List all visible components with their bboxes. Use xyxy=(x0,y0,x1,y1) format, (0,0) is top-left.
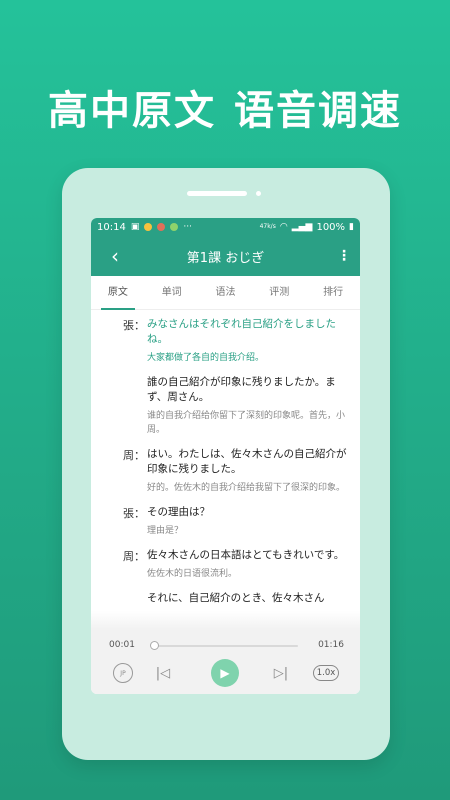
chevron-left-icon: ‹ xyxy=(111,244,119,268)
audio-player: 00:01 01:16 JP |◁ ▶ ▷| 1.0x xyxy=(91,629,360,694)
status-bar: 10:14 ▣ ··· 47k/s ◠ ▂▄▆ 100% ▮ xyxy=(91,218,360,236)
total-time: 01:16 xyxy=(318,640,344,650)
image-icon: ▣ xyxy=(130,222,140,232)
dialogue-list[interactable]: 張： みなさんはそれぞれ自己紹介をしましたね。 大家都做了各自的自我介绍。 誰の… xyxy=(91,311,360,629)
speaker-name: 張： xyxy=(123,507,145,520)
japanese-line: 誰の自己紹介が印象に残りましたか。まず、周さん。 xyxy=(147,376,336,403)
chinese-translation: 好的。佐佐木的自我介绍给我留下了很深的印象。 xyxy=(147,483,346,493)
more-notify-icon: ··· xyxy=(183,222,192,232)
battery-icon: ▮ xyxy=(349,222,354,232)
dialogue-item[interactable]: 周： はい。わたしは、佐々木さんの自己紹介が印象に残りました。 好的。佐佐木的自… xyxy=(109,447,348,495)
jp-toggle-button[interactable]: JP xyxy=(113,663,133,683)
signal-icon: ▂▄▆ xyxy=(291,222,313,232)
progress-bar[interactable] xyxy=(150,641,298,650)
dialogue-item[interactable]: 周： 佐々木さんの日本語はとてもきれいです。 佐佐木的日语很流利。 xyxy=(109,548,348,581)
tab-grammar[interactable]: 语法 xyxy=(199,276,253,309)
headline-part1: 高中原文 xyxy=(48,88,216,134)
chinese-translation: 谁的自我介绍给你留下了深刻的印象呢。首先，小周。 xyxy=(147,411,346,435)
tab-words[interactable]: 单词 xyxy=(145,276,199,309)
jp-toggle-label: JP xyxy=(120,669,126,677)
network-speed: 47k/s xyxy=(259,223,276,230)
dialogue-item[interactable]: 張： みなさんはそれぞれ自己紹介をしましたね。 大家都做了各自的自我介绍。 xyxy=(109,317,348,365)
app-notify-icon xyxy=(170,223,179,231)
chinese-translation: 大家都做了各自的自我介绍。 xyxy=(147,353,265,363)
skip-previous-icon: |◁ xyxy=(155,665,171,681)
japanese-line: みなさんはそれぞれ自己紹介をしましたね。 xyxy=(147,318,336,345)
japanese-line: 佐々木さんの日本語はとてもきれいです。 xyxy=(147,549,345,561)
progress-handle[interactable] xyxy=(150,641,160,650)
headline-part2a: 语音 xyxy=(234,88,318,134)
wifi-icon: ◠ xyxy=(279,222,288,232)
chinese-translation: 佐佐木的日语很流利。 xyxy=(147,569,238,579)
speaker-name: 周： xyxy=(123,449,145,462)
phone-speaker xyxy=(187,191,247,196)
japanese-line: その理由は？ xyxy=(147,506,210,518)
speaker-name: 張： xyxy=(123,319,145,332)
app-notify-icon xyxy=(144,223,153,231)
dialogue-item[interactable]: それに、自己紹介のとき、佐々木さん xyxy=(109,591,348,606)
promo-headline: 高中原文 语音调速 xyxy=(0,78,450,136)
next-button[interactable]: ▷| xyxy=(271,659,291,687)
app-notify-icon xyxy=(157,223,166,231)
previous-button[interactable]: |◁ xyxy=(153,659,173,687)
status-time: 10:14 xyxy=(97,221,126,233)
tab-bar: 原文 单词 语法 评测 排行 xyxy=(91,276,360,310)
japanese-line: はい。わたしは、佐々木さんの自己紹介が印象に残りました。 xyxy=(147,448,347,475)
japanese-line: それに、自己紹介のとき、佐々木さん xyxy=(147,592,325,604)
app-screen: 10:14 ▣ ··· 47k/s ◠ ▂▄▆ 100% ▮ ‹ 第1課 おじぎ… xyxy=(91,218,360,694)
more-vertical-icon: ⋮ xyxy=(337,248,351,264)
tab-evaluate[interactable]: 评测 xyxy=(252,276,306,309)
dialogue-item[interactable]: 誰の自己紹介が印象に残りましたか。まず、周さん。 谁的自我介绍给你留下了深刻的印… xyxy=(109,375,348,437)
speed-button[interactable]: 1.0x xyxy=(313,665,339,681)
phone-camera xyxy=(256,191,261,196)
skip-next-icon: ▷| xyxy=(273,665,289,681)
back-button[interactable]: ‹ xyxy=(103,244,127,268)
current-time: 00:01 xyxy=(109,640,135,650)
play-icon: ▶ xyxy=(220,666,230,680)
speaker-name: 周： xyxy=(123,550,145,563)
scroll-fade xyxy=(91,611,360,629)
tab-original[interactable]: 原文 xyxy=(91,276,145,310)
speed-label: 1.0x xyxy=(316,668,336,678)
more-button[interactable]: ⋮ xyxy=(336,244,352,268)
dialogue-item[interactable]: 張： その理由は？ 理由是？ xyxy=(109,505,348,538)
play-button[interactable]: ▶ xyxy=(211,659,239,687)
speaker-name xyxy=(109,591,147,606)
headline-part2b: 调速 xyxy=(318,88,402,134)
battery-level: 100% xyxy=(316,221,346,233)
chinese-translation: 理由是？ xyxy=(147,526,184,536)
speaker-name xyxy=(109,375,147,437)
app-bar: ‹ 第1課 おじぎ ⋮ xyxy=(91,236,360,276)
lesson-title: 第1課 おじぎ xyxy=(186,250,265,266)
tab-ranking[interactable]: 排行 xyxy=(306,276,360,309)
